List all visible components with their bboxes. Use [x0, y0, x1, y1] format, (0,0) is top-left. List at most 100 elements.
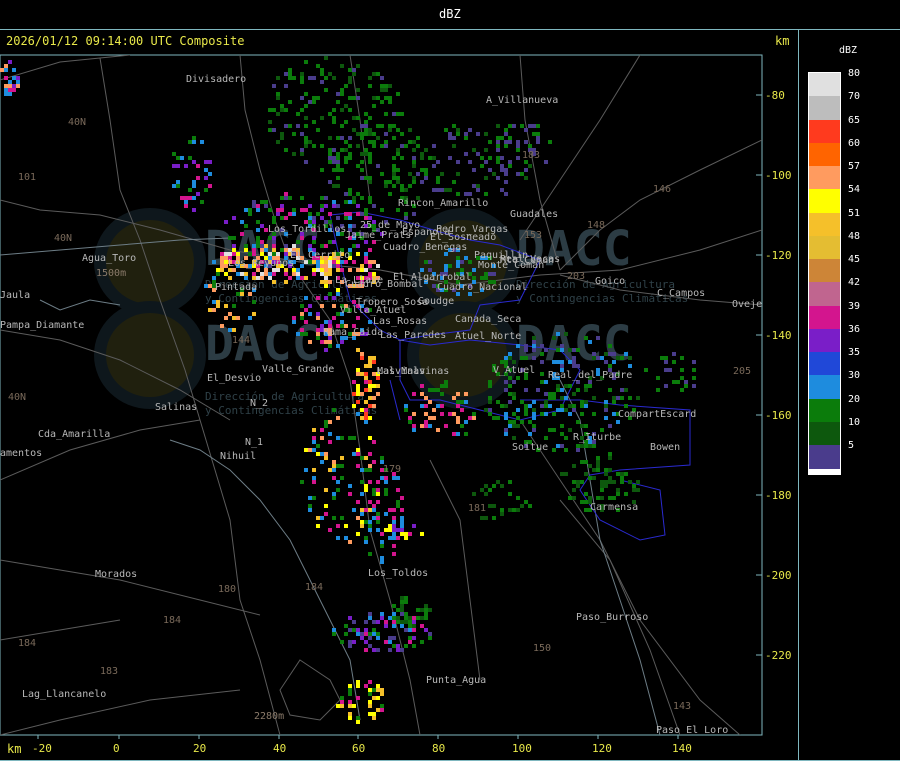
echo-pixel [324, 264, 328, 268]
echo-pixel [360, 124, 364, 128]
echo-pixel [216, 272, 220, 276]
echo-pixel [320, 272, 324, 276]
echo-pixel [348, 616, 352, 620]
echo-pixel [476, 152, 480, 156]
echo-pixel [400, 528, 404, 532]
echo-pixel [612, 360, 616, 364]
echo-pixel [576, 364, 580, 368]
echo-pixel [424, 604, 428, 608]
echo-pixel [456, 172, 460, 176]
echo-pixel [228, 252, 232, 256]
echo-pixel [560, 396, 564, 400]
echo-pixel [528, 504, 532, 508]
echo-pixel [504, 388, 508, 392]
echo-pixel [368, 160, 372, 164]
elevation-label: 2280m [254, 711, 284, 722]
echo-pixel [484, 276, 488, 280]
echo-pixel [296, 276, 300, 280]
echo-pixel [336, 464, 340, 468]
echo-pixel [304, 116, 308, 120]
echo-pixel [504, 356, 508, 360]
echo-pixel [384, 140, 388, 144]
echo-pixel [464, 152, 468, 156]
echo-pixel [400, 112, 404, 116]
echo-pixel [224, 272, 228, 276]
echo-pixel [320, 208, 324, 212]
echo-pixel [356, 680, 360, 684]
echo-pixel [608, 352, 612, 356]
echo-pixel [616, 396, 620, 400]
echo-pixel [536, 140, 540, 144]
echo-pixel [320, 196, 324, 200]
echo-pixel [536, 124, 540, 128]
echo-pixel [400, 496, 404, 500]
echo-pixel [356, 400, 360, 404]
echo-pixel [348, 80, 352, 84]
echo-pixel [412, 644, 416, 648]
route-label: 183 [522, 150, 540, 161]
echo-pixel [580, 460, 584, 464]
echo-pixel [360, 352, 364, 356]
echo-pixel [524, 176, 528, 180]
x-tick-label: 120 [592, 742, 612, 755]
echo-pixel [504, 416, 508, 420]
echo-pixel [344, 156, 348, 160]
echo-pixel [336, 416, 340, 420]
echo-pixel [488, 412, 492, 416]
echo-pixel [368, 380, 372, 384]
legend-swatch [809, 305, 840, 330]
echo-pixel [384, 88, 388, 92]
echo-pixel [260, 276, 264, 280]
echo-pixel [408, 620, 412, 624]
echo-pixel [352, 404, 356, 408]
echo-pixel [524, 348, 528, 352]
echo-pixel [620, 388, 624, 392]
echo-pixel [364, 684, 368, 688]
echo-pixel [232, 248, 236, 252]
echo-pixel [320, 516, 324, 520]
echo-pixel [264, 200, 268, 204]
echo-pixel [4, 88, 8, 92]
legend-swatch [809, 398, 840, 423]
echo-pixel [380, 124, 384, 128]
echo-pixel [328, 136, 332, 140]
echo-pixel [284, 148, 288, 152]
echo-pixel [384, 112, 388, 116]
echo-pixel [308, 204, 312, 208]
echo-pixel [388, 528, 392, 532]
echo-pixel [372, 648, 376, 652]
echo-pixel [552, 448, 556, 452]
echo-pixel [328, 440, 332, 444]
place-label: CompartEscard [618, 409, 696, 420]
echo-pixel [372, 404, 376, 408]
echo-pixel [588, 496, 592, 500]
echo-pixel [588, 340, 592, 344]
echo-pixel [472, 184, 476, 188]
echo-pixel [620, 476, 624, 480]
echo-pixel [376, 684, 380, 688]
echo-pixel [320, 216, 324, 220]
echo-pixel [556, 332, 560, 336]
place-label: Rincon_Amarillo [398, 198, 488, 209]
echo-pixel [388, 180, 392, 184]
echo-pixel [252, 244, 256, 248]
echo-pixel [368, 140, 372, 144]
echo-pixel [368, 200, 372, 204]
y-tick-label: -180 [765, 489, 792, 502]
echo-pixel [448, 136, 452, 140]
place-label: Las_Malvinas [377, 366, 449, 377]
echo-pixel [380, 540, 384, 544]
echo-pixel [328, 240, 332, 244]
echo-pixel [336, 344, 340, 348]
echo-pixel [556, 444, 560, 448]
echo-pixel [220, 256, 224, 260]
echo-pixel [596, 496, 600, 500]
echo-pixel [328, 72, 332, 76]
echo-pixel [400, 156, 404, 160]
echo-pixel [232, 244, 236, 248]
echo-pixel [300, 76, 304, 80]
echo-pixel [348, 152, 352, 156]
echo-pixel [272, 108, 276, 112]
echo-pixel [408, 628, 412, 632]
echo-pixel [392, 176, 396, 180]
